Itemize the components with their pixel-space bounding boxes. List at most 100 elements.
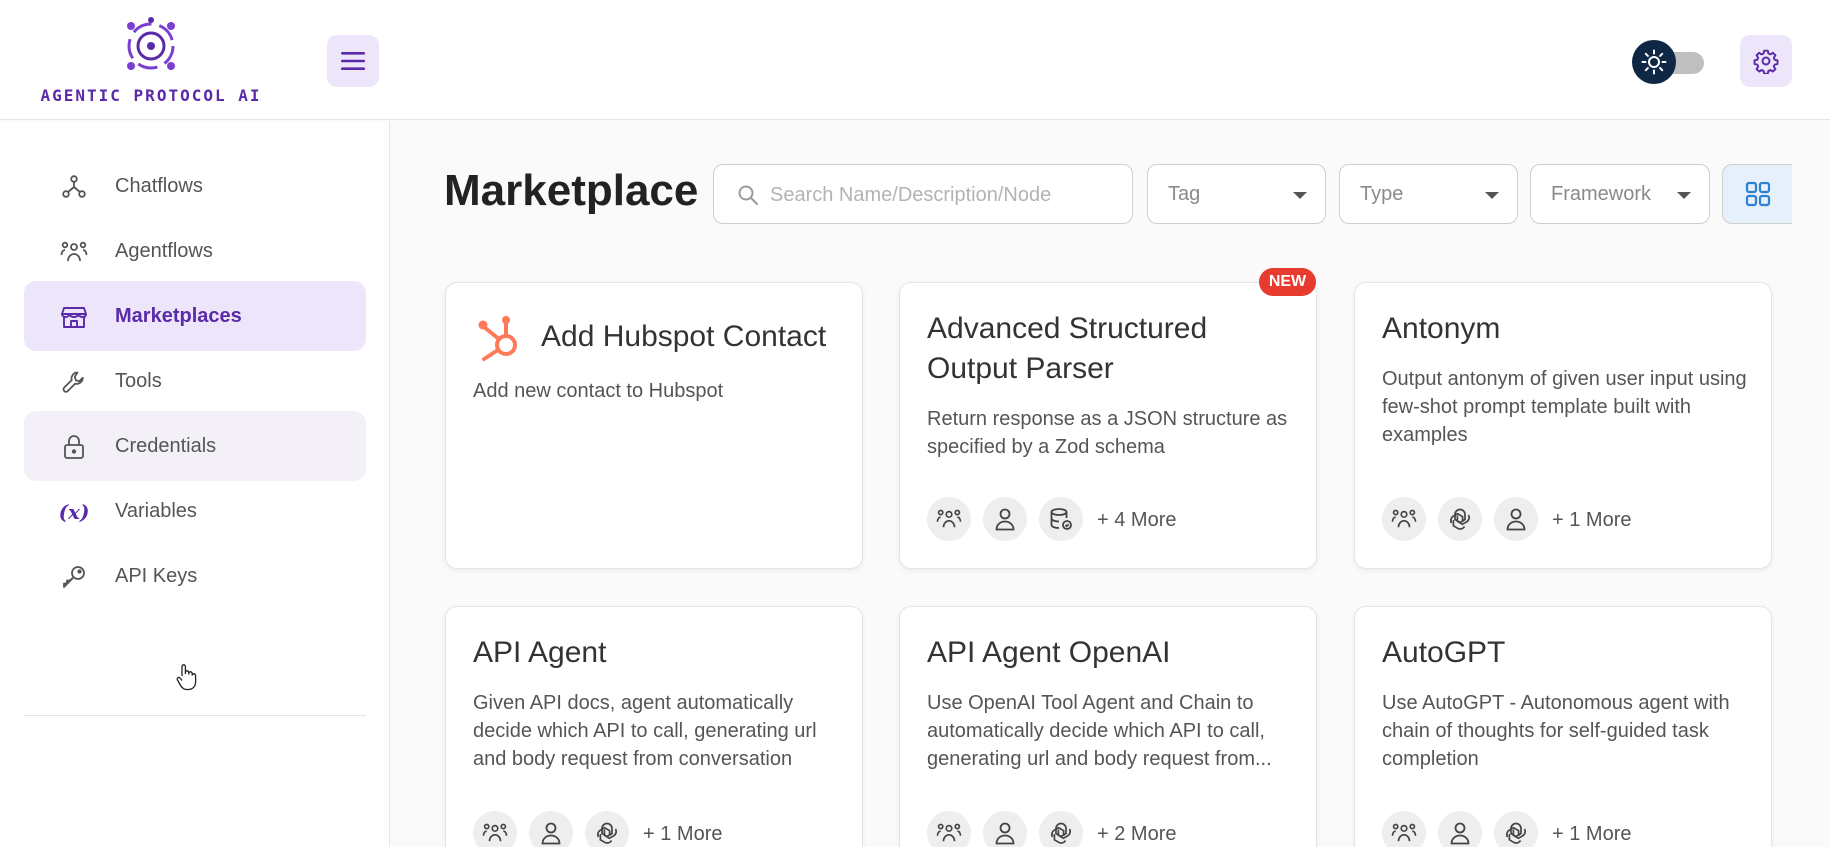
sidebar-item-label: Credentials xyxy=(115,435,217,457)
page-title: Marketplace xyxy=(444,166,699,215)
sidebar: Chatflows Agentflows Marketplaces Tools … xyxy=(0,121,390,847)
marketplace-card-antonym[interactable]: Antonym Output antonym of given user inp… xyxy=(1354,282,1772,569)
database-icon xyxy=(1050,508,1072,530)
theme-toggle[interactable] xyxy=(1632,40,1706,84)
marketplace-card-autogpt[interactable]: AutoGPT Use AutoGPT - Autonomous agent w… xyxy=(1354,606,1772,847)
card-description: Output antonym of given user input using… xyxy=(1382,368,1747,446)
sidebar-item-tools[interactable]: Tools xyxy=(24,346,366,416)
variables-icon: (x) xyxy=(59,498,90,526)
framework-select[interactable]: Framework xyxy=(1530,164,1710,224)
user-chip xyxy=(983,497,1027,541)
tag-select-label: Tag xyxy=(1168,183,1201,205)
openai-icon xyxy=(597,822,617,844)
card-title: AutoGPT xyxy=(1382,636,1506,669)
settings-button[interactable] xyxy=(1740,35,1792,87)
card-description: Use AutoGPT - Autonomous agent with chai… xyxy=(1382,692,1730,770)
card-title: Antonym xyxy=(1382,312,1501,345)
wrench-icon xyxy=(60,368,88,396)
card-description: Add new contact to Hubspot xyxy=(473,380,724,402)
agent-icon xyxy=(1391,823,1417,842)
more-count: + 4 More xyxy=(1097,509,1177,531)
hand-cursor-icon xyxy=(176,664,197,691)
user-icon xyxy=(541,822,561,845)
chatflows-icon xyxy=(60,173,88,201)
user-icon xyxy=(1506,508,1526,531)
gear-icon xyxy=(1753,49,1779,74)
marketplace-card-add-hubspot-contact[interactable]: Add Hubspot Contact Add new contact to H… xyxy=(445,282,863,569)
sidebar-item-credentials[interactable]: Credentials xyxy=(24,411,366,481)
menu-toggle-button[interactable] xyxy=(327,35,379,87)
sun-icon xyxy=(1641,49,1667,75)
user-icon xyxy=(1450,822,1470,845)
user-icon xyxy=(995,508,1015,531)
grid-icon xyxy=(1745,181,1770,207)
openai-icon xyxy=(1450,508,1470,530)
card-description: Use OpenAI Tool Agent and Chain to autom… xyxy=(927,692,1272,770)
marketplace-card-api-agent-openai[interactable]: API Agent OpenAI Use OpenAI Tool Agent a… xyxy=(899,606,1317,847)
user-chip xyxy=(1438,811,1482,847)
framework-select-label: Framework xyxy=(1551,183,1652,205)
logo-icon xyxy=(127,17,175,70)
sidebar-item-marketplaces[interactable]: Marketplaces xyxy=(24,281,366,351)
sidebar-item-label: Marketplaces xyxy=(115,305,242,327)
card-title: Advanced Structured Output Parser xyxy=(927,312,1208,385)
type-select-label: Type xyxy=(1360,183,1404,205)
marketplace-icon xyxy=(60,303,88,331)
marketplace-card-api-agent[interactable]: API Agent Given API docs, agent automati… xyxy=(445,606,863,847)
openai-chip xyxy=(1494,811,1538,847)
agent-icon xyxy=(1391,509,1417,528)
agent-icon xyxy=(482,823,508,842)
sidebar-item-label: Agentflows xyxy=(115,240,213,262)
sidebar-item-chatflows[interactable]: Chatflows xyxy=(24,151,366,221)
sidebar-item-label: Tools xyxy=(115,370,162,392)
sidebar-item-label: API Keys xyxy=(115,565,198,587)
type-select[interactable]: Type xyxy=(1339,164,1518,224)
search-icon xyxy=(738,185,758,205)
sidebar-item-label: Variables xyxy=(115,500,197,522)
agent-chip xyxy=(473,811,517,847)
agent-icon xyxy=(936,509,962,528)
toggle-knob xyxy=(1632,40,1676,84)
hamburger-icon xyxy=(341,52,365,70)
agent-chip xyxy=(1382,811,1426,847)
logo-text: AGENTIC PROTOCOL AI xyxy=(40,86,262,105)
grid-view-button[interactable] xyxy=(1722,164,1792,224)
more-count: + 2 More xyxy=(1097,823,1177,845)
sidebar-divider xyxy=(24,715,366,716)
hubspot-logo-icon xyxy=(478,316,517,361)
search-box[interactable] xyxy=(713,164,1133,224)
marketplace-card-advanced-structured-output-parser[interactable]: Advanced Structured Output Parser Return… xyxy=(899,282,1317,569)
agentflows-icon xyxy=(60,238,88,266)
more-count: + 1 More xyxy=(643,823,723,845)
search-input[interactable] xyxy=(770,175,1120,215)
card-description: Return response as a JSON structure as s… xyxy=(927,408,1288,458)
chevron-down-icon xyxy=(1677,192,1691,199)
sidebar-item-variables[interactable]: (x) Variables xyxy=(24,476,366,546)
card-description: Given API docs, agent automatically deci… xyxy=(473,692,817,770)
lock-icon xyxy=(60,433,88,461)
tag-select[interactable]: Tag xyxy=(1147,164,1326,224)
sidebar-item-api-keys[interactable]: API Keys xyxy=(24,541,366,611)
agent-chip xyxy=(1382,497,1426,541)
agent-chip xyxy=(927,497,971,541)
chevron-down-icon xyxy=(1293,192,1307,199)
user-icon xyxy=(995,822,1015,845)
app-header: AGENTIC PROTOCOL AI xyxy=(0,0,1830,120)
agent-chip xyxy=(927,811,971,847)
agent-icon xyxy=(936,823,962,842)
openai-icon xyxy=(1051,822,1071,844)
card-title: API Agent xyxy=(473,636,607,669)
database-chip xyxy=(1039,497,1083,541)
openai-chip xyxy=(1438,497,1482,541)
logo[interactable]: AGENTIC PROTOCOL AI xyxy=(36,12,266,112)
user-chip xyxy=(529,811,573,847)
openai-chip xyxy=(585,811,629,847)
more-count: + 1 More xyxy=(1552,509,1632,531)
chevron-down-icon xyxy=(1485,192,1499,199)
sidebar-item-agentflows[interactable]: Agentflows xyxy=(24,216,366,286)
card-title: Add Hubspot Contact xyxy=(541,320,827,353)
new-badge: NEW xyxy=(1259,268,1316,296)
card-title: API Agent OpenAI xyxy=(927,636,1171,669)
openai-icon xyxy=(1506,822,1526,844)
sidebar-item-label: Chatflows xyxy=(115,175,203,197)
